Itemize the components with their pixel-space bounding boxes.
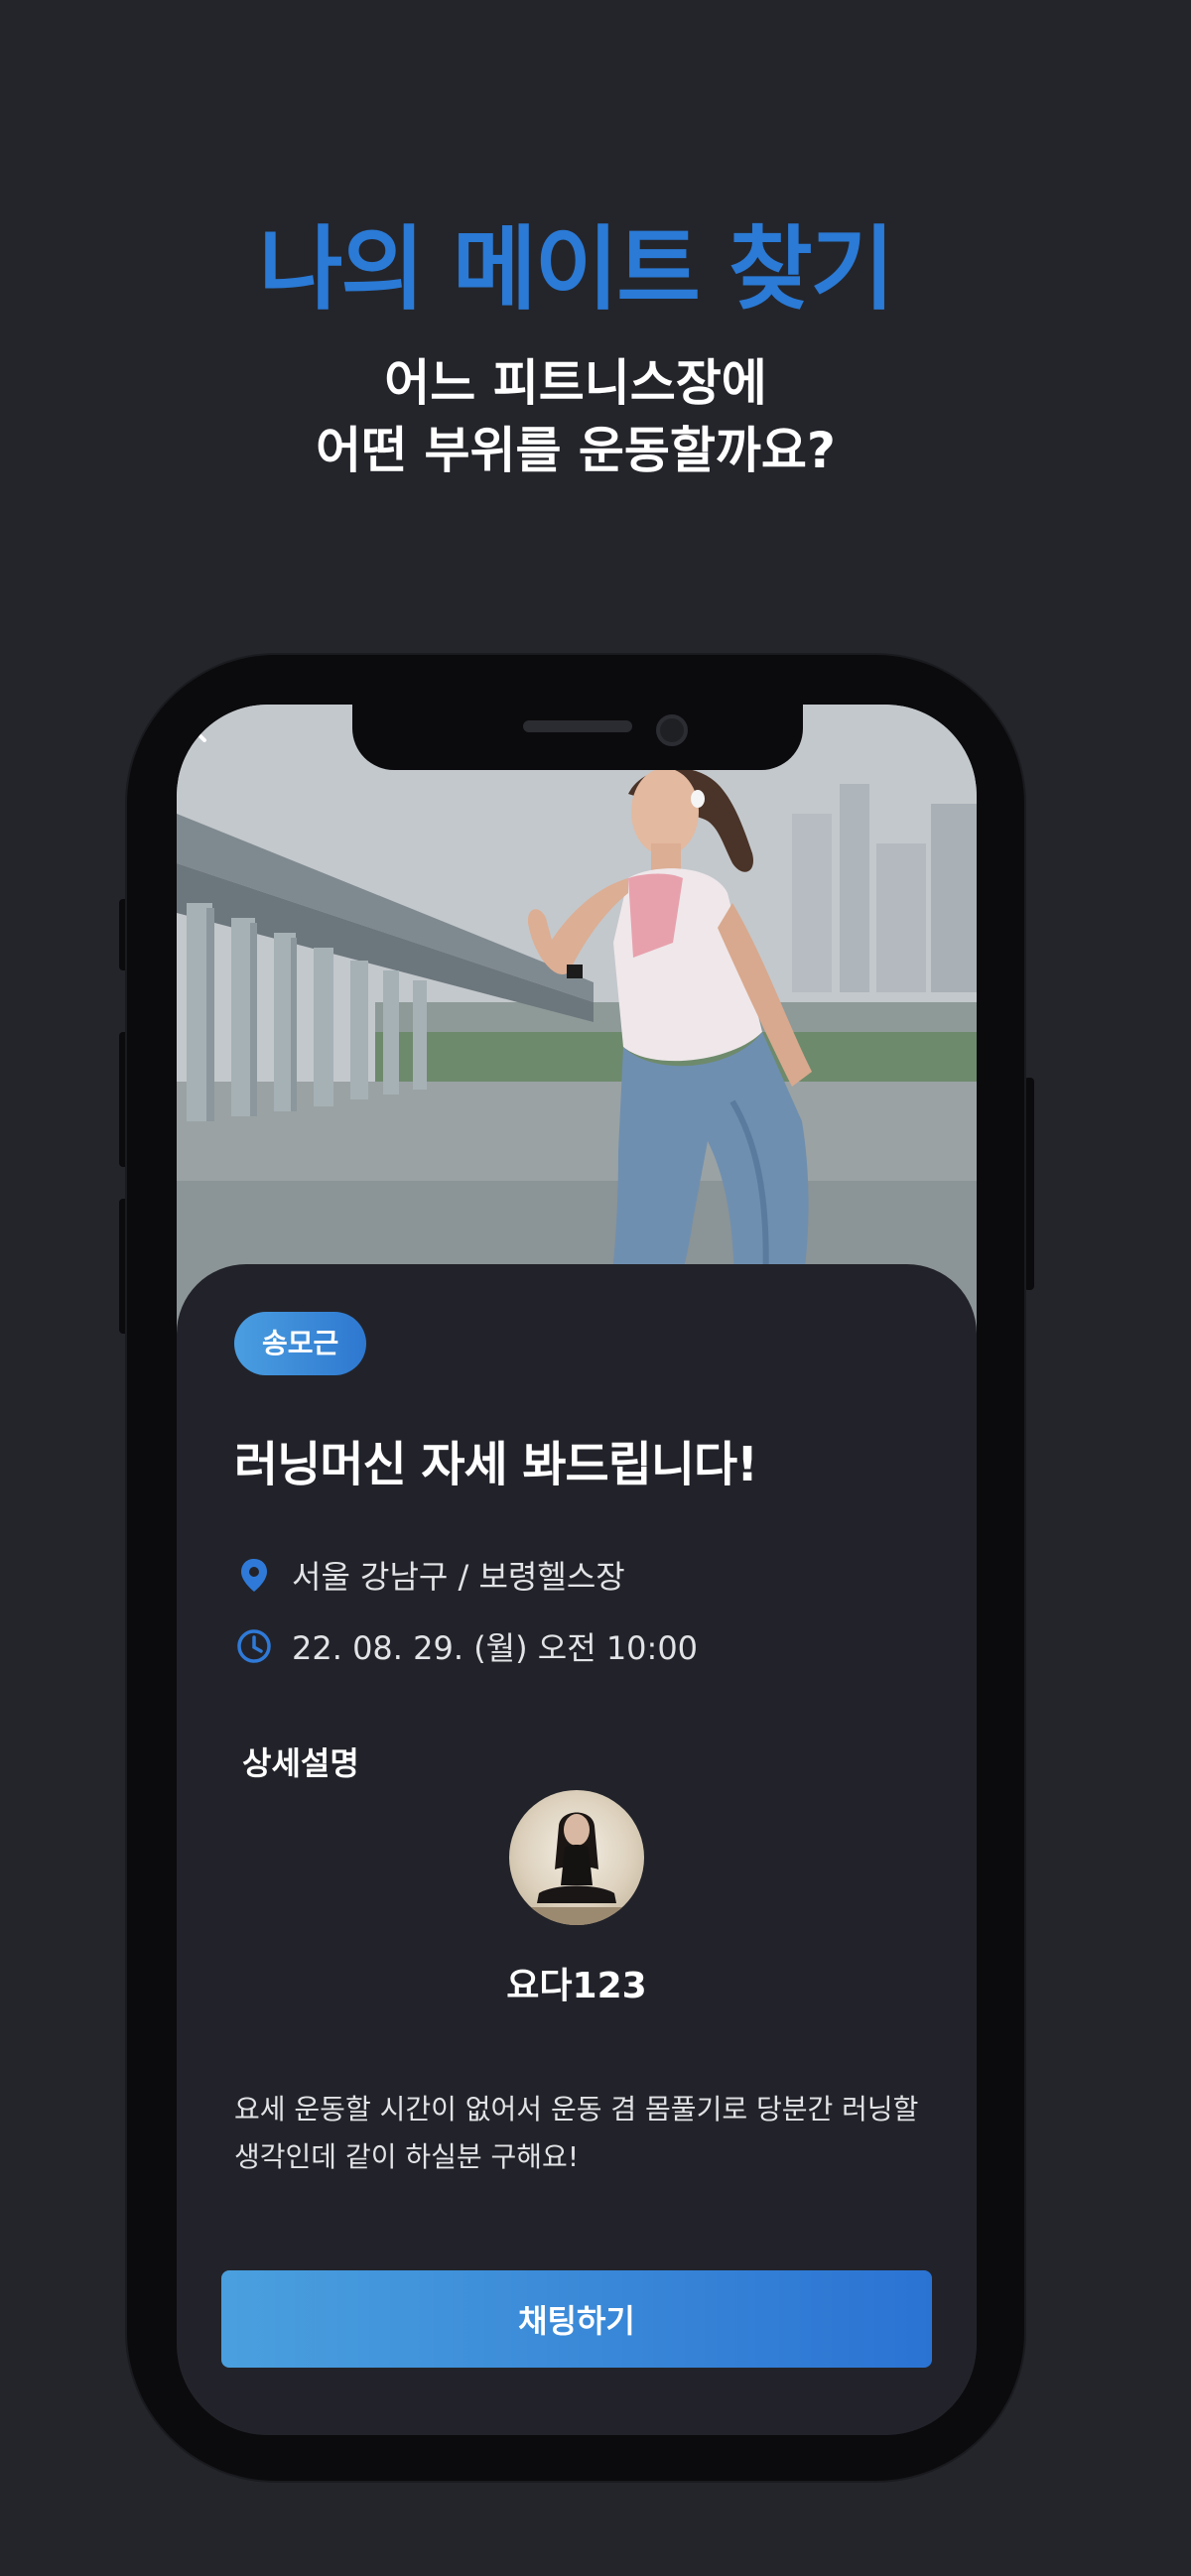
phone-notch bbox=[352, 705, 803, 770]
promo-subtitle-line1: 어느 피트니스장에 bbox=[384, 354, 767, 412]
muscle-tag-badge: 송모근 bbox=[234, 1312, 367, 1375]
datetime-text: 22. 08. 29. (월) 오전 10:00 bbox=[292, 1629, 699, 1667]
clock-icon bbox=[237, 1629, 271, 1663]
chevron-left-icon[interactable] bbox=[177, 705, 220, 748]
phone-screen: 송모근 러닝머신 자세 봐드립니다! 서울 강남구 / 보령헬스장 22. 08… bbox=[177, 705, 977, 2435]
location-row: 서울 강남구 / 보령헬스장 bbox=[234, 1552, 625, 1598]
phone-power-button bbox=[1024, 1078, 1034, 1290]
author-username: 요다123 bbox=[506, 1966, 647, 2006]
datetime-row: 22. 08. 29. (월) 오전 10:00 bbox=[234, 1623, 698, 1669]
avatar-illustration bbox=[509, 1812, 644, 1925]
camera-icon bbox=[656, 714, 688, 746]
post-detail-card: 송모근 러닝머신 자세 봐드립니다! 서울 강남구 / 보령헬스장 22. 08… bbox=[177, 1264, 977, 2435]
running-woman-illustration bbox=[177, 705, 977, 1340]
phone-speaker bbox=[523, 720, 632, 732]
description-section-label: 상세설명 bbox=[242, 1744, 359, 1782]
map-pin-icon bbox=[241, 1559, 267, 1592]
location-text: 서울 강남구 / 보령헬스장 bbox=[292, 1558, 625, 1596]
chat-button[interactable]: 채팅하기 bbox=[221, 2270, 932, 2368]
post-title: 러닝머신 자세 봐드립니다! bbox=[234, 1437, 758, 1492]
promo-subtitle-line2: 어떤 부위를 운동할까요? bbox=[316, 422, 836, 479]
hero-photo bbox=[177, 705, 977, 1340]
promo-subtitle: 어느 피트니스장에 어떤 부위를 운동할까요? bbox=[0, 349, 1151, 484]
app-promo-page: 나의 메이트 찾기 어느 피트니스장에 어떤 부위를 운동할까요? 송모근 러닝… bbox=[0, 0, 1191, 2576]
description-text: 요세 운동할 시간이 없어서 운동 겸 몸풀기로 당분간 러닝할 생각인데 같이… bbox=[234, 2093, 919, 2173]
author-avatar[interactable] bbox=[509, 1790, 644, 1925]
promo-title: 나의 메이트 찾기 bbox=[258, 216, 895, 322]
